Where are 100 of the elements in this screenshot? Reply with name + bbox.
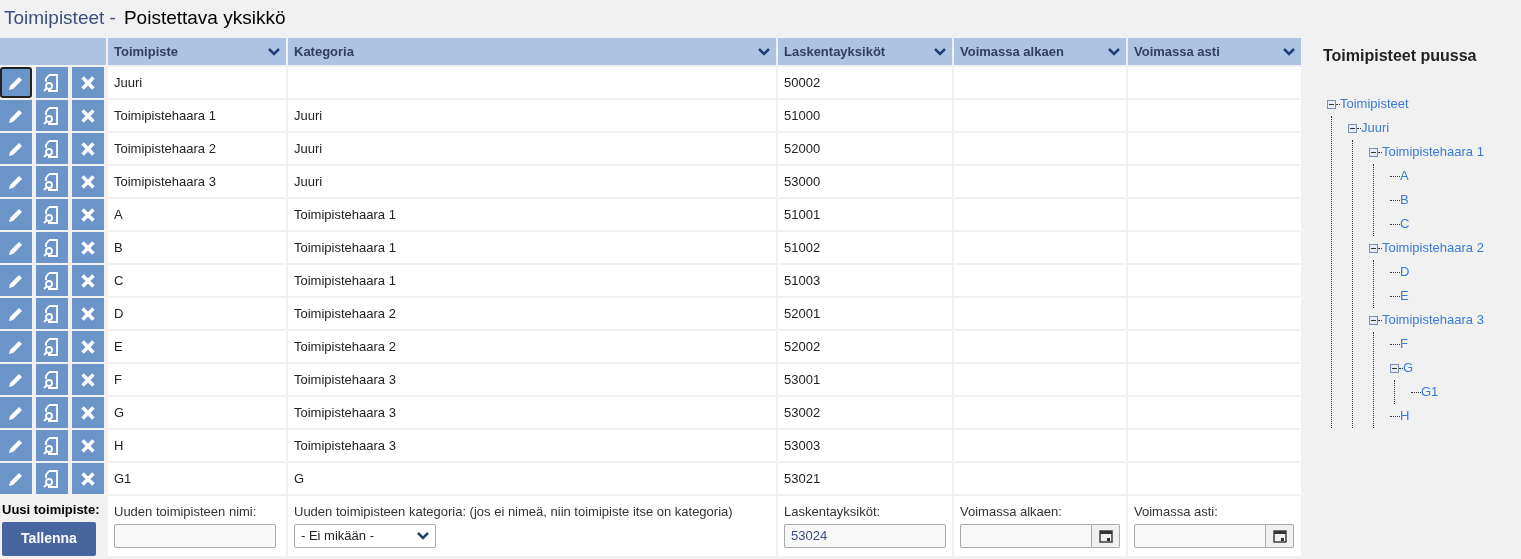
column-header[interactable]: Laskentayksiköt [778,38,952,65]
date-field[interactable] [960,523,1092,548]
tree-node-link[interactable]: G [1403,358,1414,378]
input-field[interactable] [114,523,276,548]
table-cell: Toimipistehaara 1 [294,272,396,288]
table-cell: Toimipistehaara 3 [294,404,396,420]
tree-node-link[interactable]: F [1400,334,1408,354]
table-cell: G [114,404,125,420]
table-cell: Toimipistehaara 3 [294,371,396,387]
table-cell: Juuri [114,74,143,90]
delete-button[interactable] [72,232,104,263]
input-field[interactable]: 53024 [784,523,946,548]
table-cell: F [114,371,122,387]
delete-button[interactable] [72,430,104,461]
delete-button[interactable] [72,331,104,362]
calendar-icon [1098,528,1113,543]
calendar-button[interactable] [1266,523,1294,548]
view-button[interactable] [36,166,68,197]
delete-button[interactable] [72,100,104,131]
table-cell: Toimipistehaara 3 [114,173,216,189]
table-cell: Juuri [294,140,323,156]
edit-button[interactable] [0,67,32,98]
view-button[interactable] [36,265,68,296]
chevron-down-icon [417,531,429,540]
table-cell: 53003 [784,437,821,453]
chevron-down-icon [1283,47,1295,56]
delete-button[interactable] [72,364,104,395]
tree-node-link[interactable]: D [1400,262,1410,282]
view-button[interactable] [36,199,68,230]
collapse-toggle-icon[interactable] [1327,99,1336,109]
table-cell: B [114,239,123,255]
field-label: Voimassa asti: [1134,503,1219,521]
column-header[interactable]: Toimipiste [108,38,286,65]
table-cell: E [114,338,123,354]
collapse-toggle-icon[interactable] [1390,363,1399,373]
table-cell: Juuri [294,173,323,189]
tree-node-link[interactable]: Toimipistehaara 3 [1382,310,1484,330]
column-header[interactable]: Voimassa alkaen [954,38,1126,65]
table-cell: 51002 [784,239,821,255]
delete-button[interactable] [72,166,104,197]
table-cell: D [114,305,124,321]
table-cell: G1 [114,470,132,486]
tree-node-link[interactable]: Toimipistehaara 1 [1382,142,1484,162]
table-cell: 51001 [784,206,821,222]
table-cell: Toimipistehaara 3 [294,437,396,453]
table-cell: 53001 [784,371,821,387]
table-cell: 53002 [784,404,821,420]
table-cell: 51003 [784,272,821,288]
delete-button[interactable] [72,133,104,164]
table-cell: 53000 [784,173,821,189]
collapse-toggle-icon[interactable] [1369,147,1378,157]
view-button[interactable] [36,397,68,428]
collapse-toggle-icon[interactable] [1369,243,1378,253]
date-field[interactable] [1134,523,1266,548]
chevron-down-icon [1108,47,1120,56]
view-button[interactable] [36,232,68,263]
tree-node-link[interactable]: C [1400,214,1410,234]
table-cell: C [114,272,124,288]
tree-title: Toimipisteet puussa [1323,46,1478,66]
tree-node-link[interactable]: E [1400,286,1409,306]
column-header[interactable]: Kategoria [288,38,776,65]
save-button[interactable]: Tallenna [2,521,96,556]
delete-button[interactable] [72,67,104,98]
tree-node-link[interactable]: G1 [1421,382,1439,402]
view-button[interactable] [36,430,68,461]
column-header[interactable]: Voimassa asti [1128,38,1301,65]
view-button[interactable] [36,364,68,395]
tree-node-link[interactable]: Juuri [1361,118,1390,138]
table-cell: Toimipistehaara 2 [114,140,216,156]
tree-node-link[interactable]: B [1400,190,1409,210]
delete-button[interactable] [72,265,104,296]
table-cell: G [294,470,305,486]
tree-node-link[interactable]: A [1400,166,1409,186]
new-row-label: Uusi toimipiste: [1,501,101,519]
delete-button[interactable] [72,397,104,428]
chevron-down-icon [758,47,770,56]
field-label: Uuden toimipisteen nimi: [114,503,258,521]
collapse-toggle-icon[interactable] [1348,123,1357,133]
table-cell: 52002 [784,338,821,354]
delete-button[interactable] [72,298,104,329]
calendar-button[interactable] [1092,523,1120,548]
view-button[interactable] [36,331,68,362]
table-cell: 53021 [784,470,821,486]
collapse-toggle-icon[interactable] [1369,315,1378,325]
table-cell: Toimipistehaara 1 [294,239,396,255]
delete-button[interactable] [72,199,104,230]
table-cell: Toimipistehaara 2 [294,305,396,321]
table-cell: 52001 [784,305,821,321]
tree-node-link[interactable]: Toimipistehaara 2 [1382,238,1484,258]
view-button[interactable] [36,463,68,494]
tree-node-link[interactable]: H [1400,406,1410,426]
table-cell: 52000 [784,140,821,156]
delete-button[interactable] [72,463,104,494]
field-label: Laskentayksiköt: [784,503,882,521]
tree-node-link[interactable]: Toimipisteet [1340,94,1409,114]
view-button[interactable] [36,133,68,164]
view-button[interactable] [36,298,68,329]
field-label: Voimassa alkaen: [960,503,1063,521]
field-label: Uuden toimipisteen kategoria: (jos ei nimeä, niin toimipiste itse on kategoria) [294,503,734,521]
category-dropdown[interactable]: - Ei mikään - [294,523,436,548]
